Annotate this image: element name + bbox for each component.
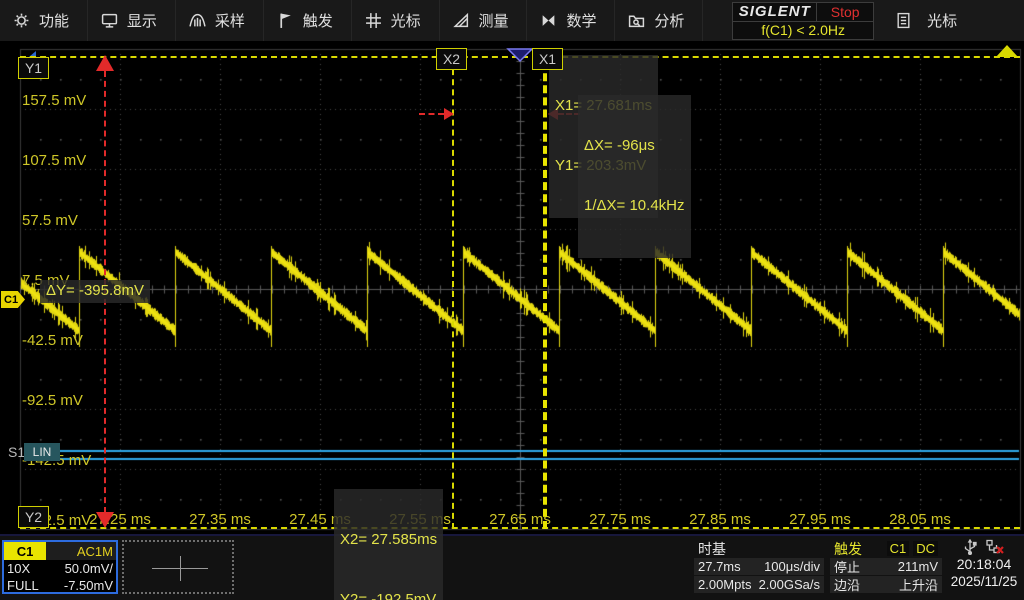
trigger-mode: 边沿 — [834, 575, 860, 594]
cursor-y1-handle[interactable] — [996, 45, 1018, 57]
waveform-canvas[interactable] — [0, 42, 1024, 534]
menu-analysis-label: 分析 — [654, 10, 684, 31]
timebase-panel[interactable]: 时基 27.7ms 100μs/div 2.00Mpts 2.00GSa/s — [694, 540, 824, 594]
cursor-x2-line[interactable] — [452, 49, 454, 529]
menu-display-label: 显示 — [127, 10, 157, 31]
readout-dx: ΔX= -96μs — [584, 136, 685, 156]
cursor-y1-label[interactable]: Y1 — [18, 57, 49, 79]
v-axis-label: 157.5 mV — [22, 92, 86, 109]
memory-depth: 2.00Mpts — [698, 577, 751, 592]
t-axis-label: 27.25 ms — [70, 511, 170, 528]
readout-1dx: 1/ΔX= 10.4kHz — [584, 196, 685, 216]
channel1-bandwidth: FULL — [7, 578, 39, 593]
channel1-volts-per-div: 50.0mV/ — [65, 561, 113, 576]
sample-rate: 2.00GSa/s — [759, 577, 820, 592]
timebase-scale: 100μs/div — [764, 559, 820, 574]
menu-measure-label: 测量 — [479, 10, 509, 31]
add-channel-cross — [180, 556, 181, 581]
trigger-coupling-chip: DC — [913, 541, 938, 556]
t-axis-label: 27.85 ms — [670, 511, 770, 528]
acquisition-status[interactable]: Stop — [817, 3, 873, 21]
cursor-y2-line[interactable] — [20, 527, 1020, 529]
menu-cursors[interactable]: 光标 — [352, 0, 440, 41]
display-icon — [101, 12, 118, 29]
trigger-slope: 上升沿 — [899, 575, 938, 594]
math-icon — [540, 12, 557, 29]
cursor-readout-dy: ΔY= -395.8mV — [40, 280, 150, 303]
oscilloscope-screen: 功能 显示 采样 触发 光标 — [0, 0, 1024, 600]
serial-bus-type-badge[interactable]: LIN — [24, 443, 60, 461]
serial-bus-label: S1 — [8, 444, 25, 460]
menu-function[interactable]: 功能 — [0, 0, 88, 41]
channel1-coupling: AC1M — [46, 542, 116, 560]
v-axis-label: 57.5 mV — [22, 212, 78, 229]
measure-icon — [453, 12, 470, 29]
status-bar: C1 AC1M 10X 50.0mV/ FULL -7.50mV 时基 27.7… — [0, 534, 1024, 600]
siglent-logo: SIGLENT — [733, 3, 817, 21]
acquire-icon — [189, 12, 206, 29]
v-axis-label: -42.5 mV — [22, 332, 83, 349]
delta-y-arrow-down — [96, 512, 114, 528]
menu-math-label: 数学 — [566, 10, 596, 31]
menu-cursors-panel[interactable]: 光标 — [874, 0, 1024, 41]
clock-time: 20:18:04 — [946, 556, 1022, 574]
t-axis-label: 27.35 ms — [170, 511, 270, 528]
channel1-attenuation: 10X — [7, 561, 30, 576]
menu-trigger[interactable]: 触发 — [264, 0, 352, 41]
trigger-level: 211mV — [898, 559, 938, 574]
cursor-readout-deltas: ΔX= -96μs 1/ΔX= 10.4kHz — [578, 95, 691, 258]
delta-x-arrow-line — [419, 113, 444, 115]
delta-x-arrow-right — [444, 108, 454, 120]
menu-function-label: 功能 — [39, 10, 69, 31]
cursor-x1-label[interactable]: X1 — [532, 48, 563, 70]
t-axis-label: 27.75 ms — [570, 511, 670, 528]
trigger-position-marker[interactable] — [506, 48, 534, 63]
channel1-badge[interactable]: C1 — [4, 542, 46, 560]
menu-analysis[interactable]: 分析 — [615, 0, 703, 41]
cursor-x2-label[interactable]: X2 — [436, 48, 467, 70]
menu-acquire-label: 采样 — [215, 10, 245, 31]
timebase-delay: 27.7ms — [698, 559, 741, 574]
trigger-title: 触发 — [834, 539, 862, 559]
t-axis-label: 28.05 ms — [870, 511, 970, 528]
lan-disconnected-icon — [985, 539, 1005, 555]
usb-icon — [963, 539, 977, 555]
menu-cursors-label: 光标 — [391, 10, 421, 31]
menu-measure[interactable]: 测量 — [440, 0, 528, 41]
channel1-offset: -7.50mV — [64, 578, 113, 593]
channel1-info-box[interactable]: C1 AC1M 10X 50.0mV/ FULL -7.50mV — [2, 540, 118, 594]
v-axis-label: 107.5 mV — [22, 152, 86, 169]
menu-trigger-label: 触发 — [303, 10, 333, 31]
delta-y-arrow-up — [96, 55, 114, 71]
t-axis-label: 27.65 ms — [470, 511, 570, 528]
flag-icon — [277, 12, 294, 29]
menu-acquire[interactable]: 采样 — [176, 0, 264, 41]
brand-status-box: SIGLENT Stop f(C1) < 2.0Hz — [732, 2, 874, 40]
clock-date: 2025/11/25 — [946, 574, 1022, 592]
trigger-panel[interactable]: 触发 C1 DC 停止 211mV 边沿 上升沿 — [830, 540, 942, 594]
cursor-readout-x2y2: X2= 27.585ms Y2= -192.5mV — [334, 489, 443, 600]
top-menu-bar: 功能 显示 采样 触发 光标 — [0, 0, 1024, 42]
trigger-source-chip: C1 — [887, 541, 910, 556]
menu-display[interactable]: 显示 — [88, 0, 176, 41]
cursor-grid-icon — [365, 12, 382, 29]
t-axis-label: 27.95 ms — [770, 511, 870, 528]
trigger-status: 停止 — [834, 557, 860, 576]
analysis-icon — [628, 12, 645, 29]
list-icon — [896, 12, 911, 29]
channel2-empty-slot[interactable] — [122, 540, 234, 594]
menu-math[interactable]: 数学 — [527, 0, 615, 41]
readout-y2: Y2= -192.5mV — [340, 590, 437, 600]
system-status-area: 20:18:04 2025/11/25 — [946, 538, 1022, 592]
trigger-frequency-readout: f(C1) < 2.0Hz — [733, 22, 873, 40]
gear-icon — [13, 12, 30, 29]
v-axis-label: -92.5 mV — [22, 392, 83, 409]
menu-cursors-panel-label: 光标 — [927, 10, 957, 31]
cursor-x1-line[interactable] — [543, 49, 547, 529]
timebase-title: 时基 — [698, 539, 726, 559]
waveform-display-area: 157.5 mV 107.5 mV 57.5 mV 7.5 mV -42.5 m… — [0, 42, 1024, 534]
readout-x2: X2= 27.585ms — [340, 530, 437, 550]
cursor-y2-label[interactable]: Y2 — [18, 506, 49, 528]
